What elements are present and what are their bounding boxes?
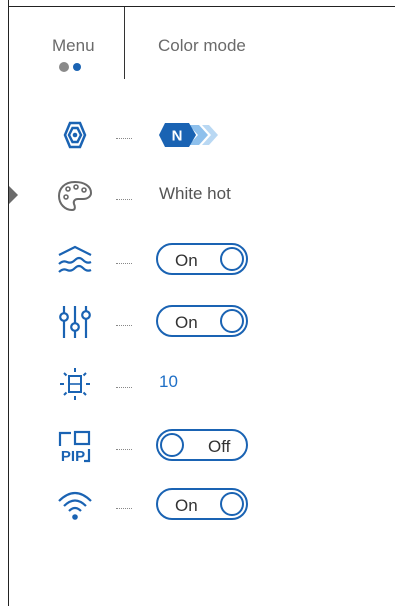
- dotted-leader: [116, 325, 132, 326]
- menu-row-color-palette[interactable]: White hot: [0, 175, 395, 215]
- pip-icon: PIP: [54, 428, 96, 464]
- dotted-leader: [116, 508, 132, 509]
- pip-toggle[interactable]: Off: [156, 429, 248, 461]
- waves-toggle[interactable]: On: [156, 243, 248, 275]
- frame-top-border: [8, 6, 395, 7]
- color-palette-value[interactable]: White hot: [159, 184, 231, 204]
- dotted-leader: [116, 449, 132, 450]
- waves-icon: [54, 242, 96, 278]
- dotted-leader: [116, 263, 132, 264]
- wifi-toggle[interactable]: On: [156, 488, 248, 520]
- dotted-leader: [116, 387, 132, 388]
- menu-row-mode[interactable]: N: [0, 114, 395, 154]
- pip-icon-text: PIP: [61, 448, 85, 464]
- toggle-label: On: [175, 496, 198, 515]
- menu-row-pip[interactable]: PIP Off: [0, 425, 395, 465]
- mode-badge-letter: N: [172, 128, 183, 145]
- toggle-label: Off: [208, 437, 231, 456]
- page-dot-active: [73, 63, 81, 71]
- toggle-knob: [220, 492, 244, 516]
- page-title: Color mode: [158, 36, 246, 55]
- sliders-toggle[interactable]: On: [156, 305, 248, 337]
- toggle-knob: [160, 433, 184, 457]
- header-divider: [124, 7, 125, 79]
- menu-row-sliders[interactable]: On: [0, 301, 395, 341]
- toggle-label: On: [175, 251, 198, 270]
- mode-badge[interactable]: N: [158, 121, 222, 154]
- toggle-knob: [220, 309, 244, 333]
- toggle-label: On: [175, 313, 198, 332]
- sliders-icon: [54, 304, 96, 340]
- dotted-leader: [116, 138, 132, 139]
- toggle-knob: [220, 247, 244, 271]
- menu-label[interactable]: Menu: [52, 36, 95, 56]
- brightness-square-icon: [54, 366, 96, 402]
- hexagon-nut-icon: [54, 117, 96, 153]
- wifi-icon: [54, 487, 96, 523]
- menu-row-waves[interactable]: On: [0, 239, 395, 279]
- brightness-value[interactable]: 10: [159, 372, 178, 392]
- palette-icon: [54, 178, 96, 214]
- page-dot-inactive: [59, 62, 69, 72]
- menu-row-wifi[interactable]: On: [0, 484, 395, 524]
- menu-row-brightness[interactable]: 10: [0, 363, 395, 403]
- dotted-leader: [116, 199, 132, 200]
- page-indicator: [59, 62, 81, 72]
